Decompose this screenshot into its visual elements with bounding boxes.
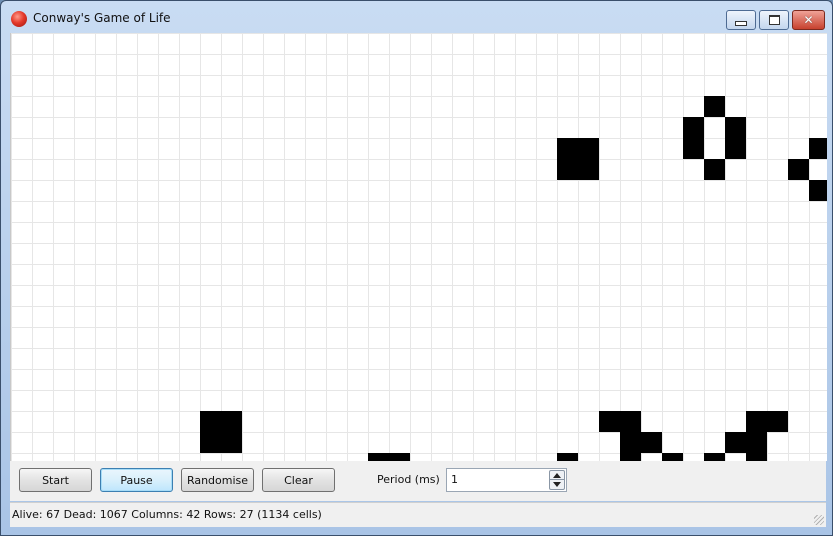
period-spinbox[interactable]: 1 — [446, 468, 567, 492]
live-cell[interactable] — [368, 453, 389, 461]
close-icon: ✕ — [803, 13, 814, 27]
live-cell[interactable] — [704, 453, 725, 461]
live-cell[interactable] — [809, 138, 827, 159]
live-cell[interactable] — [788, 159, 809, 180]
live-cell[interactable] — [557, 138, 578, 159]
app-window: Conway's Game of Life ✕ Start Pause Rand… — [0, 0, 833, 536]
live-cell[interactable] — [641, 432, 662, 453]
spin-divider — [550, 479, 564, 480]
live-cell[interactable] — [725, 432, 746, 453]
live-cell[interactable] — [620, 453, 641, 461]
live-cell[interactable] — [683, 138, 704, 159]
live-cell[interactable] — [620, 432, 641, 453]
minimize-icon — [735, 20, 747, 26]
live-cell[interactable] — [683, 117, 704, 138]
period-label: Period (ms) — [377, 473, 440, 486]
maximize-icon — [768, 15, 780, 25]
window-title: Conway's Game of Life — [33, 11, 171, 25]
live-cell[interactable] — [746, 411, 767, 432]
live-cell[interactable] — [746, 453, 767, 461]
live-cell[interactable] — [599, 411, 620, 432]
live-cell[interactable] — [662, 453, 683, 461]
maximize-button[interactable] — [759, 10, 789, 30]
title-bar[interactable]: Conway's Game of Life ✕ — [1, 1, 832, 33]
app-red-ball-icon — [11, 11, 27, 27]
live-cell[interactable] — [200, 432, 221, 453]
randomise-button[interactable]: Randomise — [181, 468, 254, 492]
control-panel: Start Pause Randomise Clear Period (ms) … — [10, 461, 826, 501]
live-cell[interactable] — [557, 159, 578, 180]
live-cell[interactable] — [389, 453, 410, 461]
life-grid[interactable] — [10, 33, 827, 461]
status-text: Alive: 67 Dead: 1067 Columns: 42 Rows: 2… — [12, 508, 322, 521]
pause-button[interactable]: Pause — [100, 468, 173, 492]
live-cell[interactable] — [704, 96, 725, 117]
close-button[interactable]: ✕ — [792, 10, 825, 30]
live-cell[interactable] — [221, 432, 242, 453]
live-cell[interactable] — [578, 138, 599, 159]
live-cell[interactable] — [200, 411, 221, 432]
live-cell[interactable] — [704, 159, 725, 180]
status-bar: Alive: 67 Dead: 1067 Columns: 42 Rows: 2… — [10, 502, 826, 527]
live-cell[interactable] — [221, 411, 242, 432]
live-cell[interactable] — [578, 159, 599, 180]
live-cell[interactable] — [557, 453, 578, 461]
live-cell[interactable] — [725, 117, 746, 138]
period-stepper[interactable] — [549, 470, 565, 490]
period-value[interactable]: 1 — [451, 473, 458, 486]
resize-grip-icon[interactable] — [814, 515, 824, 525]
start-button[interactable]: Start — [19, 468, 92, 492]
live-cell[interactable] — [620, 411, 641, 432]
spin-down-arrow-icon[interactable] — [553, 482, 561, 487]
live-cell[interactable] — [809, 180, 827, 201]
live-cell[interactable] — [767, 411, 788, 432]
spin-up-arrow-icon[interactable] — [553, 473, 561, 478]
live-cell[interactable] — [746, 432, 767, 453]
minimize-button[interactable] — [726, 10, 756, 30]
live-cell[interactable] — [725, 138, 746, 159]
clear-button[interactable]: Clear — [262, 468, 335, 492]
